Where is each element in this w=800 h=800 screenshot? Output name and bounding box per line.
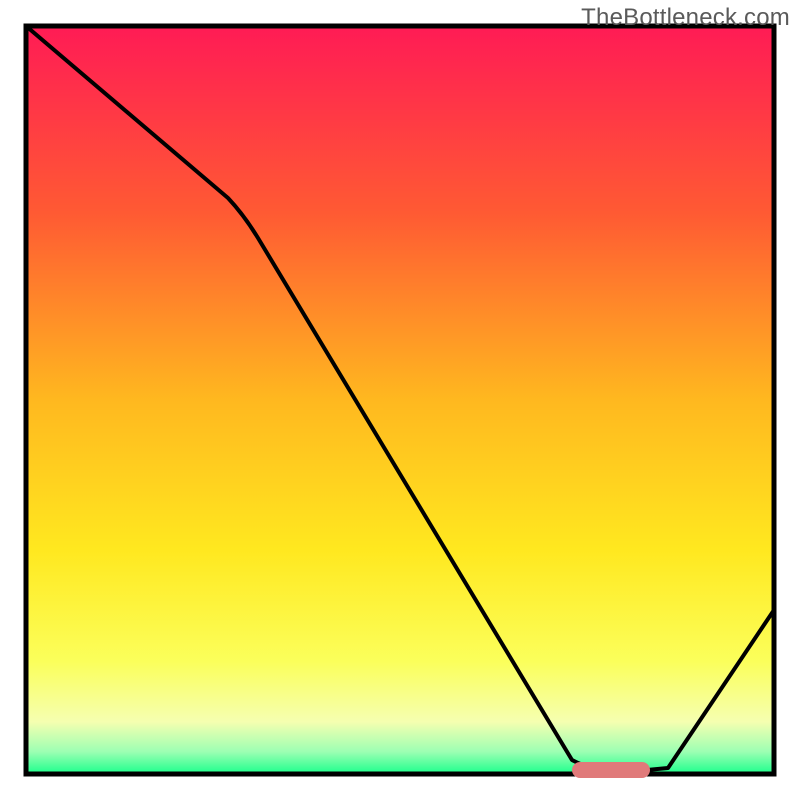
watermark-text: TheBottleneck.com (581, 4, 790, 32)
bottleneck-chart (0, 0, 800, 800)
optimal-zone-marker (572, 762, 650, 778)
chart-container: TheBottleneck.com (0, 0, 800, 800)
plot-area (26, 26, 774, 774)
